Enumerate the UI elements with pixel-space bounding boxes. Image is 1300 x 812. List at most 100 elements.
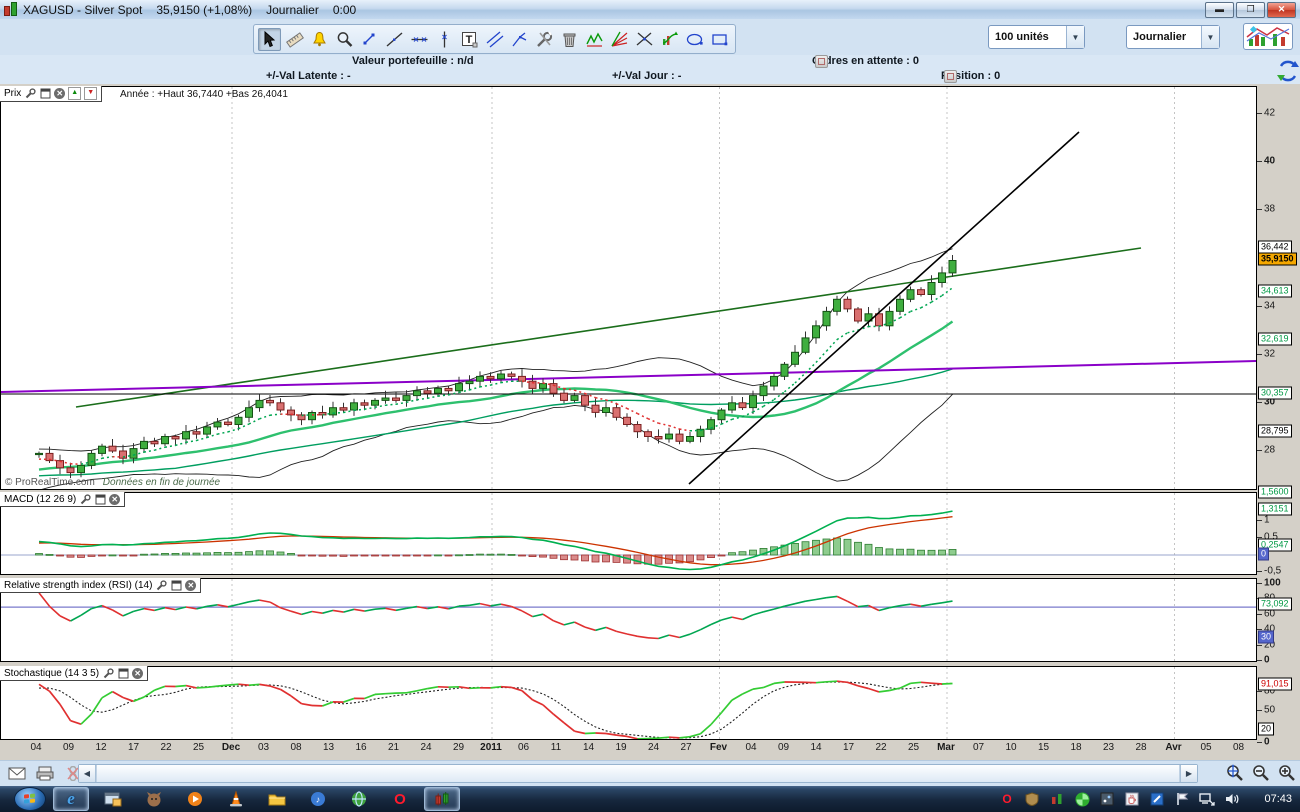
taskbar-item-prorealtime[interactable] <box>424 787 460 811</box>
settings-tool[interactable] <box>533 28 556 51</box>
units-select[interactable]: 100 unités ▼ <box>988 25 1085 49</box>
close-icon[interactable]: ✕ <box>109 494 120 505</box>
close-icon[interactable]: ✕ <box>54 88 65 99</box>
macd-panel-header[interactable]: MACD (12 26 9) ✕ <box>0 492 125 507</box>
print-icon[interactable] <box>34 765 56 783</box>
taskbar-item-media-player[interactable] <box>178 788 212 810</box>
wrench-icon[interactable] <box>24 88 36 100</box>
opera-tray-icon[interactable]: O <box>999 791 1015 807</box>
volume-tray-icon[interactable] <box>1224 791 1240 807</box>
tools-tray-icon[interactable] <box>1149 791 1165 807</box>
horizontal-scrollbar[interactable]: ◀ ▶ <box>78 764 1198 783</box>
window-time: 0:00 <box>333 3 356 17</box>
flag-tray-icon[interactable] <box>1174 791 1190 807</box>
java-tray-icon[interactable] <box>1124 791 1140 807</box>
toolbar-row: T 100 unités ▼ Journalier ▼ <box>0 19 1300 56</box>
close-button[interactable]: ✕ <box>1267 2 1296 18</box>
pan-zoom-icon[interactable] <box>1224 763 1244 781</box>
mail-icon[interactable] <box>6 765 28 783</box>
ellipse-tool[interactable] <box>683 28 706 51</box>
rsi-panel-header[interactable]: Relative strength index (RSI) (14) ✕ <box>0 578 201 593</box>
fan-pattern-tool[interactable] <box>608 28 631 51</box>
zoom-tool[interactable] <box>333 28 356 51</box>
wrench-icon[interactable] <box>79 493 91 505</box>
chevron-down-icon: ▼ <box>1201 26 1219 48</box>
chart-workspace[interactable]: © ProRealTime.comDonnées en fin de journ… <box>0 84 1300 760</box>
window-titlebar[interactable]: XAGUSD - Silver Spot 35,9150 (+1,08%) Jo… <box>0 0 1300 20</box>
scroll-right-button[interactable]: ▶ <box>1180 765 1197 782</box>
taskbar-item-internet-explorer[interactable]: e <box>53 787 89 811</box>
taskbar-item-remote-program[interactable] <box>96 788 130 810</box>
price-chart[interactable] <box>1 87 1256 489</box>
day-value: +/-Val Jour : - <box>612 70 681 82</box>
delete-tool[interactable] <box>558 28 581 51</box>
pitchfork-tool[interactable] <box>508 28 531 51</box>
desktop-screen: XAGUSD - Silver Spot 35,9150 (+1,08%) Jo… <box>0 0 1300 812</box>
arrow-up-icon[interactable]: ▲ <box>68 87 81 100</box>
app-tray-icon[interactable] <box>1099 791 1115 807</box>
window-icon[interactable] <box>170 579 182 591</box>
stochastic-chart[interactable] <box>1 667 1256 739</box>
taskbar-item-itunes[interactable]: ♪ <box>301 788 335 810</box>
forecast-tool[interactable] <box>658 28 681 51</box>
window-icon[interactable] <box>94 493 106 505</box>
scroll-left-button[interactable]: ◀ <box>79 765 96 782</box>
close-icon[interactable]: ✕ <box>132 668 143 679</box>
maximize-button[interactable]: ❐ <box>1236 2 1265 18</box>
pointer-tool[interactable] <box>258 28 281 51</box>
drawing-toolbar: T <box>253 24 736 54</box>
minimize-button[interactable]: ▬ <box>1205 2 1234 18</box>
macd-chart[interactable] <box>1 493 1256 574</box>
vertical-line-tool[interactable] <box>433 28 456 51</box>
wrench-icon[interactable] <box>102 667 114 679</box>
rectangle-tool[interactable] <box>708 28 731 51</box>
taskbar-item-emule[interactable] <box>137 788 171 810</box>
price-panel[interactable]: © ProRealTime.comDonnées en fin de journ… <box>0 86 1257 490</box>
axis-tick-label: -0,5 <box>1264 566 1281 577</box>
segment-tool[interactable] <box>358 28 381 51</box>
taskbar-item-vlc[interactable] <box>219 788 253 810</box>
pinwheel-tray-icon[interactable] <box>1074 791 1090 807</box>
text-tool[interactable]: T <box>458 28 481 51</box>
window-icon[interactable] <box>39 88 51 100</box>
taskbar-item-opera[interactable]: O <box>383 788 417 810</box>
cross-lines-tool[interactable] <box>633 28 656 51</box>
close-icon[interactable]: ✕ <box>185 580 196 591</box>
chart-tray-icon[interactable] <box>1049 791 1065 807</box>
date-tick: 21 <box>388 742 399 753</box>
zoom-out-icon[interactable] <box>1250 763 1270 781</box>
wrench-icon[interactable] <box>155 579 167 591</box>
horizontal-line-tool[interactable] <box>408 28 431 51</box>
zigzag-pattern-tool[interactable] <box>583 28 606 51</box>
network-tray-icon[interactable] <box>1199 791 1215 807</box>
parallel-lines-tool[interactable] <box>483 28 506 51</box>
sync-icon[interactable] <box>1276 58 1300 84</box>
security-tray-icon[interactable] <box>1024 791 1040 807</box>
scrollbar-thumb[interactable] <box>96 765 1180 782</box>
ruler-tool[interactable] <box>283 28 306 51</box>
period-select[interactable]: Journalier ▼ <box>1126 25 1220 49</box>
date-tick: 10 <box>1005 742 1016 753</box>
trendline-tool[interactable] <box>383 28 406 51</box>
macd-panel[interactable] <box>0 492 1257 575</box>
arrow-down-icon[interactable]: ▼ <box>84 87 97 100</box>
stochastic-panel[interactable] <box>0 666 1257 740</box>
position-icon[interactable] <box>944 70 957 83</box>
window-icon[interactable] <box>117 667 129 679</box>
taskbar-item-globe-browser[interactable] <box>342 788 376 810</box>
chart-type-button[interactable] <box>1243 23 1293 50</box>
price-panel-header[interactable]: Prix ✕ ▲ ▼ <box>0 86 102 102</box>
orders-icon[interactable] <box>815 55 828 68</box>
axis-tick-label: 60 <box>1264 609 1275 620</box>
taskbar-item-explorer[interactable] <box>260 788 294 810</box>
indicator-value-label: 32,619 <box>1258 333 1292 346</box>
price-panel-title: Prix <box>4 88 21 99</box>
stochastic-panel-header[interactable]: Stochastique (14 3 5) ✕ <box>0 666 148 681</box>
start-button[interactable] <box>14 787 46 811</box>
date-tick: 25 <box>908 742 919 753</box>
account-row-2: +/-Val Latente : - +/-Val Jour : - Posit… <box>0 70 1300 85</box>
alert-tool[interactable] <box>308 28 331 51</box>
zoom-in-icon[interactable] <box>1276 763 1296 781</box>
indicator-value-label: 1,3151 <box>1258 503 1292 516</box>
date-tick: 06 <box>518 742 529 753</box>
